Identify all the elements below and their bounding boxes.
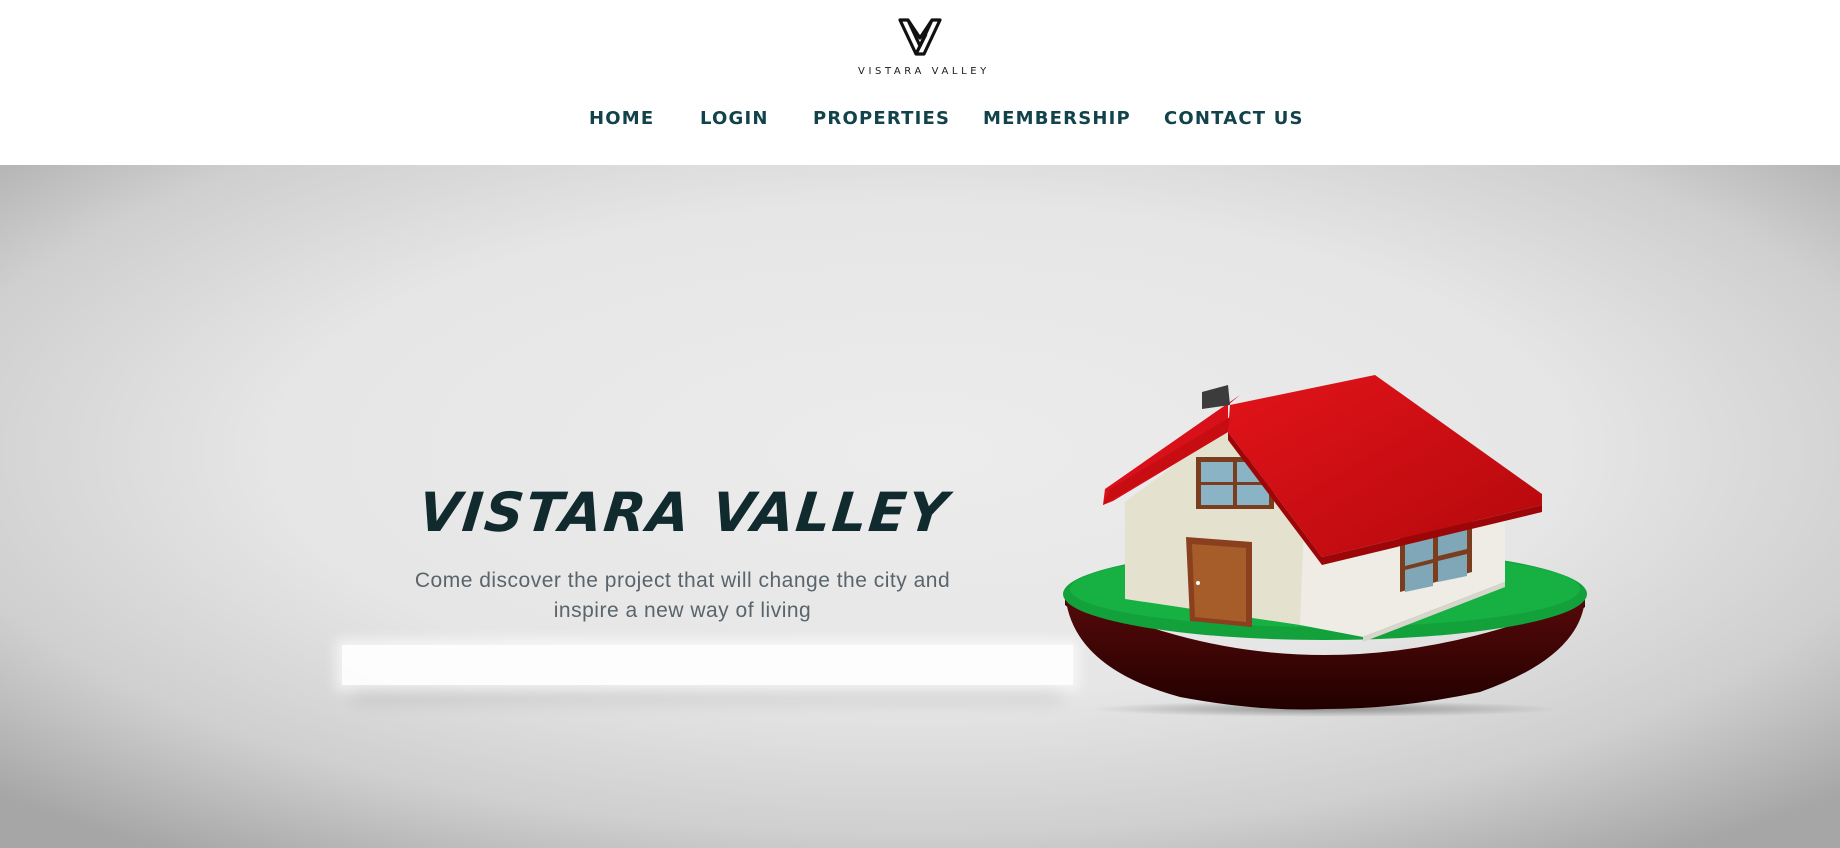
- nav-home[interactable]: HOME: [589, 108, 654, 129]
- logo-text: VISTARA VALLEY: [858, 66, 990, 77]
- logo[interactable]: VISTARA VALLEY: [858, 16, 986, 86]
- hero-banner: VISTARA VALLEY Come discover the project…: [0, 165, 1840, 848]
- hero-highlight-bar: [342, 645, 1073, 685]
- nav-membership[interactable]: MEMBERSHIP: [983, 108, 1131, 129]
- site-header: VISTARA VALLEY HOME LOGIN PROPERTIES MEM…: [0, 0, 1840, 165]
- nav-properties[interactable]: PROPERTIES: [813, 108, 950, 129]
- main-nav: HOME LOGIN PROPERTIES MEMBERSHIP CONTACT…: [0, 108, 1840, 132]
- hero-title: VISTARA VALLEY: [415, 481, 953, 545]
- v-monogram-icon: [898, 18, 942, 56]
- hero-subtitle: Come discover the project that will chan…: [414, 569, 951, 622]
- nav-contact-us[interactable]: CONTACT US: [1164, 108, 1304, 129]
- house-illustration: [1063, 375, 1587, 717]
- nav-login[interactable]: LOGIN: [700, 108, 769, 129]
